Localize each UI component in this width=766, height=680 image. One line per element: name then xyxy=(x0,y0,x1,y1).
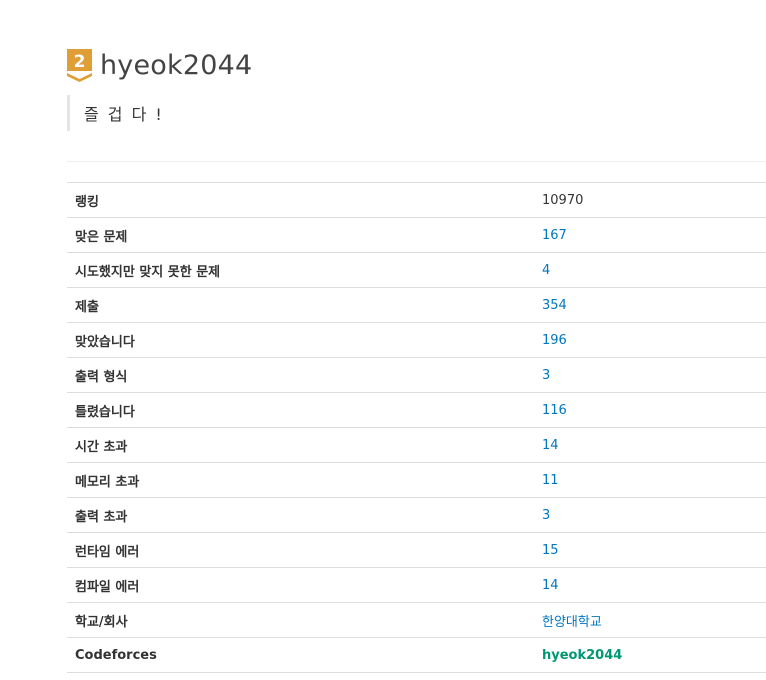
stat-label-school: 학교/회사 xyxy=(67,602,542,638)
stat-link-school[interactable]: 한양대학교 xyxy=(542,615,602,630)
table-row: 맞은 문제 167 xyxy=(67,217,766,253)
stat-link-runtime-error[interactable]: 15 xyxy=(542,543,559,558)
table-row: 출력 형식 3 xyxy=(67,357,766,393)
table-row: 제출 354 xyxy=(67,287,766,323)
stat-link-wrong-answer[interactable]: 116 xyxy=(542,403,567,418)
table-row: 메모리 초과 11 xyxy=(67,462,766,498)
stat-label-presentation-error: 출력 형식 xyxy=(67,357,542,393)
table-row: 랭킹 10970 xyxy=(67,182,766,218)
table-row: 시간 초과 14 xyxy=(67,427,766,463)
stat-label-time-limit: 시간 초과 xyxy=(67,427,542,463)
stat-label-tried: 시도했지만 맞지 못한 문제 xyxy=(67,252,542,288)
table-row: 맞았습니다 196 xyxy=(67,322,766,358)
stat-label-solved: 맞은 문제 xyxy=(67,217,542,253)
stat-value-rank: 10970 xyxy=(542,182,766,218)
stat-label-runtime-error: 런타임 에러 xyxy=(67,532,542,568)
stat-link-memory-limit[interactable]: 11 xyxy=(542,473,559,488)
table-row: 시도했지만 맞지 못한 문제 4 xyxy=(67,252,766,288)
stat-label-accepted: 맞았습니다 xyxy=(67,322,542,358)
tier-badge-icon: 2 xyxy=(67,49,92,83)
stat-link-codeforces[interactable]: hyeok2044 xyxy=(542,648,622,663)
stat-label-output-limit: 출력 초과 xyxy=(67,497,542,533)
stats-table: 랭킹 10970 맞은 문제 167 시도했지만 맞지 못한 문제 4 제출 3… xyxy=(67,182,766,673)
stat-link-time-limit[interactable]: 14 xyxy=(542,438,559,453)
table-row: 학교/회사 한양대학교 xyxy=(67,602,766,638)
stat-link-compile-error[interactable]: 14 xyxy=(542,578,559,593)
profile-page: 2 hyeok2044 즐 겁 다 ! 랭킹 10970 맞은 문제 167 시… xyxy=(0,0,766,680)
tier-number: 2 xyxy=(74,52,86,72)
table-row: 출력 초과 3 xyxy=(67,497,766,533)
stat-label-memory-limit: 메모리 초과 xyxy=(67,462,542,498)
stat-label-codeforces: Codeforces xyxy=(67,637,542,673)
status-message: 즐 겁 다 ! xyxy=(67,95,164,131)
stat-link-accepted[interactable]: 196 xyxy=(542,333,567,348)
stat-link-tried[interactable]: 4 xyxy=(542,263,550,278)
profile-header: 2 hyeok2044 xyxy=(67,48,252,84)
divider xyxy=(67,161,766,162)
stat-link-solved[interactable]: 167 xyxy=(542,228,567,243)
stat-label-rank: 랭킹 xyxy=(67,182,542,218)
stat-link-presentation-error[interactable]: 3 xyxy=(542,368,550,383)
table-row: 런타임 에러 15 xyxy=(67,532,766,568)
table-row: Codeforces hyeok2044 xyxy=(67,637,766,673)
stat-label-wrong-answer: 틀렸습니다 xyxy=(67,392,542,428)
stat-label-submissions: 제출 xyxy=(67,287,542,323)
stat-label-compile-error: 컴파일 에러 xyxy=(67,567,542,603)
stat-link-submissions[interactable]: 354 xyxy=(542,298,567,313)
table-row: 틀렸습니다 116 xyxy=(67,392,766,428)
table-row: 컴파일 에러 14 xyxy=(67,567,766,603)
stat-link-output-limit[interactable]: 3 xyxy=(542,508,550,523)
username-title: hyeok2044 xyxy=(100,50,253,81)
